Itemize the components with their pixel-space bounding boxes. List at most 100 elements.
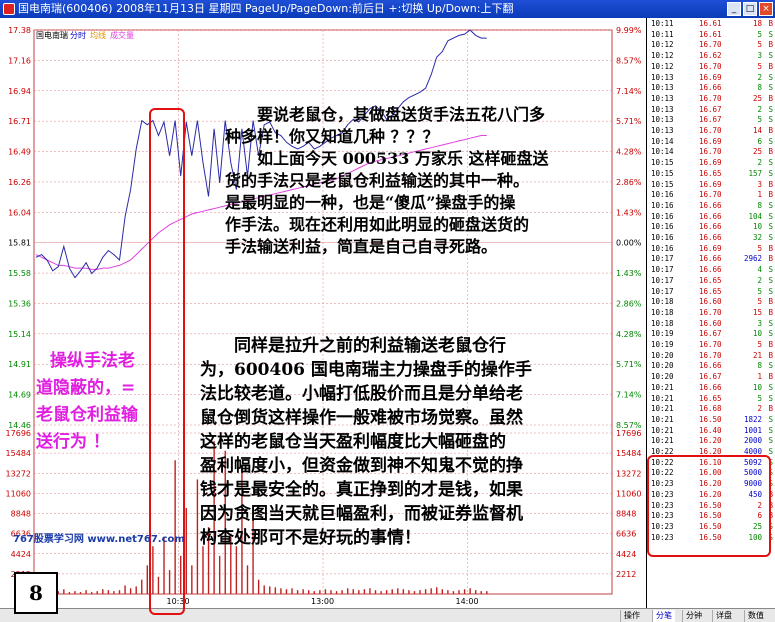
tick-volume: 5 — [757, 297, 762, 307]
tick-price: 16.70 — [699, 93, 722, 103]
tick-row[interactable]: 10:12 16.62 3 S — [647, 51, 775, 62]
tick-volume: 4 — [757, 265, 762, 275]
tick-volume: 104 — [748, 211, 762, 221]
tick-time: 10:13 — [651, 83, 674, 93]
price-tick-label: 16.26 — [8, 178, 31, 187]
tick-volume: 25 — [752, 147, 762, 157]
tick-time: 10:16 — [651, 222, 674, 232]
tab-shuzhi[interactable]: 数值 — [744, 610, 767, 622]
tick-row[interactable]: 10:11 16.61 18 B — [647, 19, 775, 30]
tick-row[interactable]: 10:20 16.70 21 B — [647, 351, 775, 362]
tick-price: 16.66 — [699, 382, 722, 392]
volume-tick-label-right: 6636 — [616, 530, 636, 539]
tick-row[interactable]: 10:16 16.69 5 B — [647, 244, 775, 255]
maximize-button[interactable]: □ — [743, 2, 757, 16]
window-title: 国电南瑞(600406) 2008年11月13日 星期四 PageUp/Page… — [18, 2, 514, 15]
tick-row[interactable]: 10:13 16.70 25 B — [647, 94, 775, 105]
tick-row[interactable]: 10:21 16.40 1001 S — [647, 426, 775, 437]
tick-row[interactable]: 10:14 16.69 6 S — [647, 137, 775, 148]
volume-tick-label: 13272 — [6, 469, 31, 478]
tick-row[interactable]: 10:18 16.70 15 B — [647, 308, 775, 319]
price-tick-label: 16.49 — [8, 148, 31, 157]
tick-price: 16.65 — [699, 275, 722, 285]
tick-row[interactable]: 10:19 16.70 5 B — [647, 340, 775, 351]
tick-price: 16.69 — [699, 136, 722, 146]
tick-row[interactable]: 10:12 16.70 5 B — [647, 62, 775, 73]
tick-time: 10:17 — [651, 275, 674, 285]
tick-price: 16.66 — [699, 254, 722, 264]
tick-row[interactable]: 10:16 16.66 104 S — [647, 212, 775, 223]
pct-tick-label: 4.28% — [616, 330, 642, 339]
tab-xiangpan[interactable]: 详盘 — [712, 610, 735, 622]
pct-tick-label: 1.43% — [616, 269, 642, 278]
tick-time: 10:18 — [651, 307, 674, 317]
tick-volume: 25 — [752, 93, 762, 103]
volume-tick-label-right: 2212 — [616, 570, 636, 579]
tick-row[interactable]: 10:13 16.70 14 B — [647, 126, 775, 137]
tab-fenzhong[interactable]: 分钟 — [682, 610, 705, 622]
tick-row[interactable]: 10:21 16.65 5 S — [647, 394, 775, 405]
tick-price: 16.62 — [699, 51, 722, 61]
tick-time: 10:20 — [651, 361, 674, 371]
tick-row[interactable]: 10:12 16.70 5 B — [647, 40, 775, 51]
tick-row[interactable]: 10:20 16.66 8 S — [647, 361, 775, 372]
tick-volume: 10 — [752, 382, 762, 392]
tick-direction: B — [768, 372, 773, 382]
annotation-line: 如上面今天 000533 万家乐 这样砸盘送 — [225, 149, 549, 168]
bottom-tab-bar: 操作 分笔 分钟 详盘 数值 — [0, 608, 775, 622]
annotation-line: 钱才是最安全的。真正挣到的才是钱，如果 — [200, 480, 523, 500]
price-tick-label: 16.71 — [8, 117, 31, 126]
tick-time: 10:12 — [651, 51, 674, 61]
tick-row[interactable]: 10:13 16.67 5 S — [647, 115, 775, 126]
tick-row[interactable]: 10:16 16.66 8 S — [647, 201, 775, 212]
close-button[interactable]: × — [759, 2, 773, 16]
tick-row[interactable]: 10:16 16.70 1 B — [647, 190, 775, 201]
tick-row[interactable]: 10:16 16.66 32 S — [647, 233, 775, 244]
tick-price: 16.60 — [699, 318, 722, 328]
tick-direction: B — [768, 61, 773, 71]
tick-volume: 32 — [752, 233, 762, 242]
tick-row[interactable]: 10:16 16.66 10 S — [647, 222, 775, 233]
tick-row[interactable]: 10:18 16.60 5 B — [647, 297, 775, 308]
tick-price: 16.70 — [699, 147, 722, 157]
price-tick-label: 16.94 — [8, 87, 31, 96]
tick-row[interactable]: 10:21 16.20 2000 S — [647, 436, 775, 447]
tick-price: 16.66 — [699, 361, 722, 371]
tick-volume: 10 — [752, 329, 762, 339]
tick-price: 16.70 — [699, 190, 722, 200]
tick-row[interactable]: 10:15 16.69 2 S — [647, 158, 775, 169]
tick-row[interactable]: 10:17 16.65 5 S — [647, 287, 775, 298]
chart-stock-name: 国电南瑞 — [36, 30, 68, 40]
tick-row[interactable]: 10:13 16.66 8 S — [647, 83, 775, 94]
tick-row[interactable]: 10:15 16.65 157 S — [647, 169, 775, 180]
tick-row[interactable]: 10:19 16.67 10 S — [647, 329, 775, 340]
tick-row[interactable]: 10:21 16.68 2 B — [647, 404, 775, 415]
tick-direction: S — [768, 168, 773, 178]
tick-row[interactable]: 10:14 16.70 25 B — [647, 147, 775, 158]
tick-row[interactable]: 10:20 16.67 1 B — [647, 372, 775, 383]
tick-row[interactable]: 10:13 16.69 2 S — [647, 73, 775, 84]
volume-tick-label: 8848 — [11, 510, 31, 519]
tick-row[interactable]: 10:17 16.66 2962 B — [647, 254, 775, 265]
tick-price: 16.66 — [699, 222, 722, 232]
tick-time: 10:12 — [651, 61, 674, 71]
tick-price: 16.60 — [699, 297, 722, 307]
tick-row[interactable]: 10:18 16.60 3 S — [647, 319, 775, 330]
tick-row[interactable]: 10:11 16.61 5 S — [647, 30, 775, 41]
tick-row[interactable]: 10:21 16.66 10 S — [647, 383, 775, 394]
tab-fenbi[interactable]: 分笔 — [652, 610, 675, 622]
tick-time: 10:11 — [651, 29, 674, 39]
tick-time: 10:16 — [651, 233, 674, 242]
tick-row[interactable]: 10:21 16.50 1822 S — [647, 415, 775, 426]
tick-row[interactable]: 10:17 16.66 4 S — [647, 265, 775, 276]
tab-caozuo[interactable]: 操作 — [620, 610, 643, 622]
highlight-box-ticks — [647, 455, 771, 557]
tick-volume: 2962 — [743, 254, 762, 264]
tick-row[interactable]: 10:15 16.69 3 B — [647, 180, 775, 191]
tick-row[interactable]: 10:17 16.65 2 S — [647, 276, 775, 287]
time-axis-label: 13:00 — [311, 597, 334, 606]
tick-row[interactable]: 10:13 16.67 2 S — [647, 105, 775, 116]
tick-price: 16.20 — [699, 436, 722, 446]
minimize-button[interactable]: _ — [727, 2, 741, 16]
tick-direction: S — [768, 136, 773, 146]
